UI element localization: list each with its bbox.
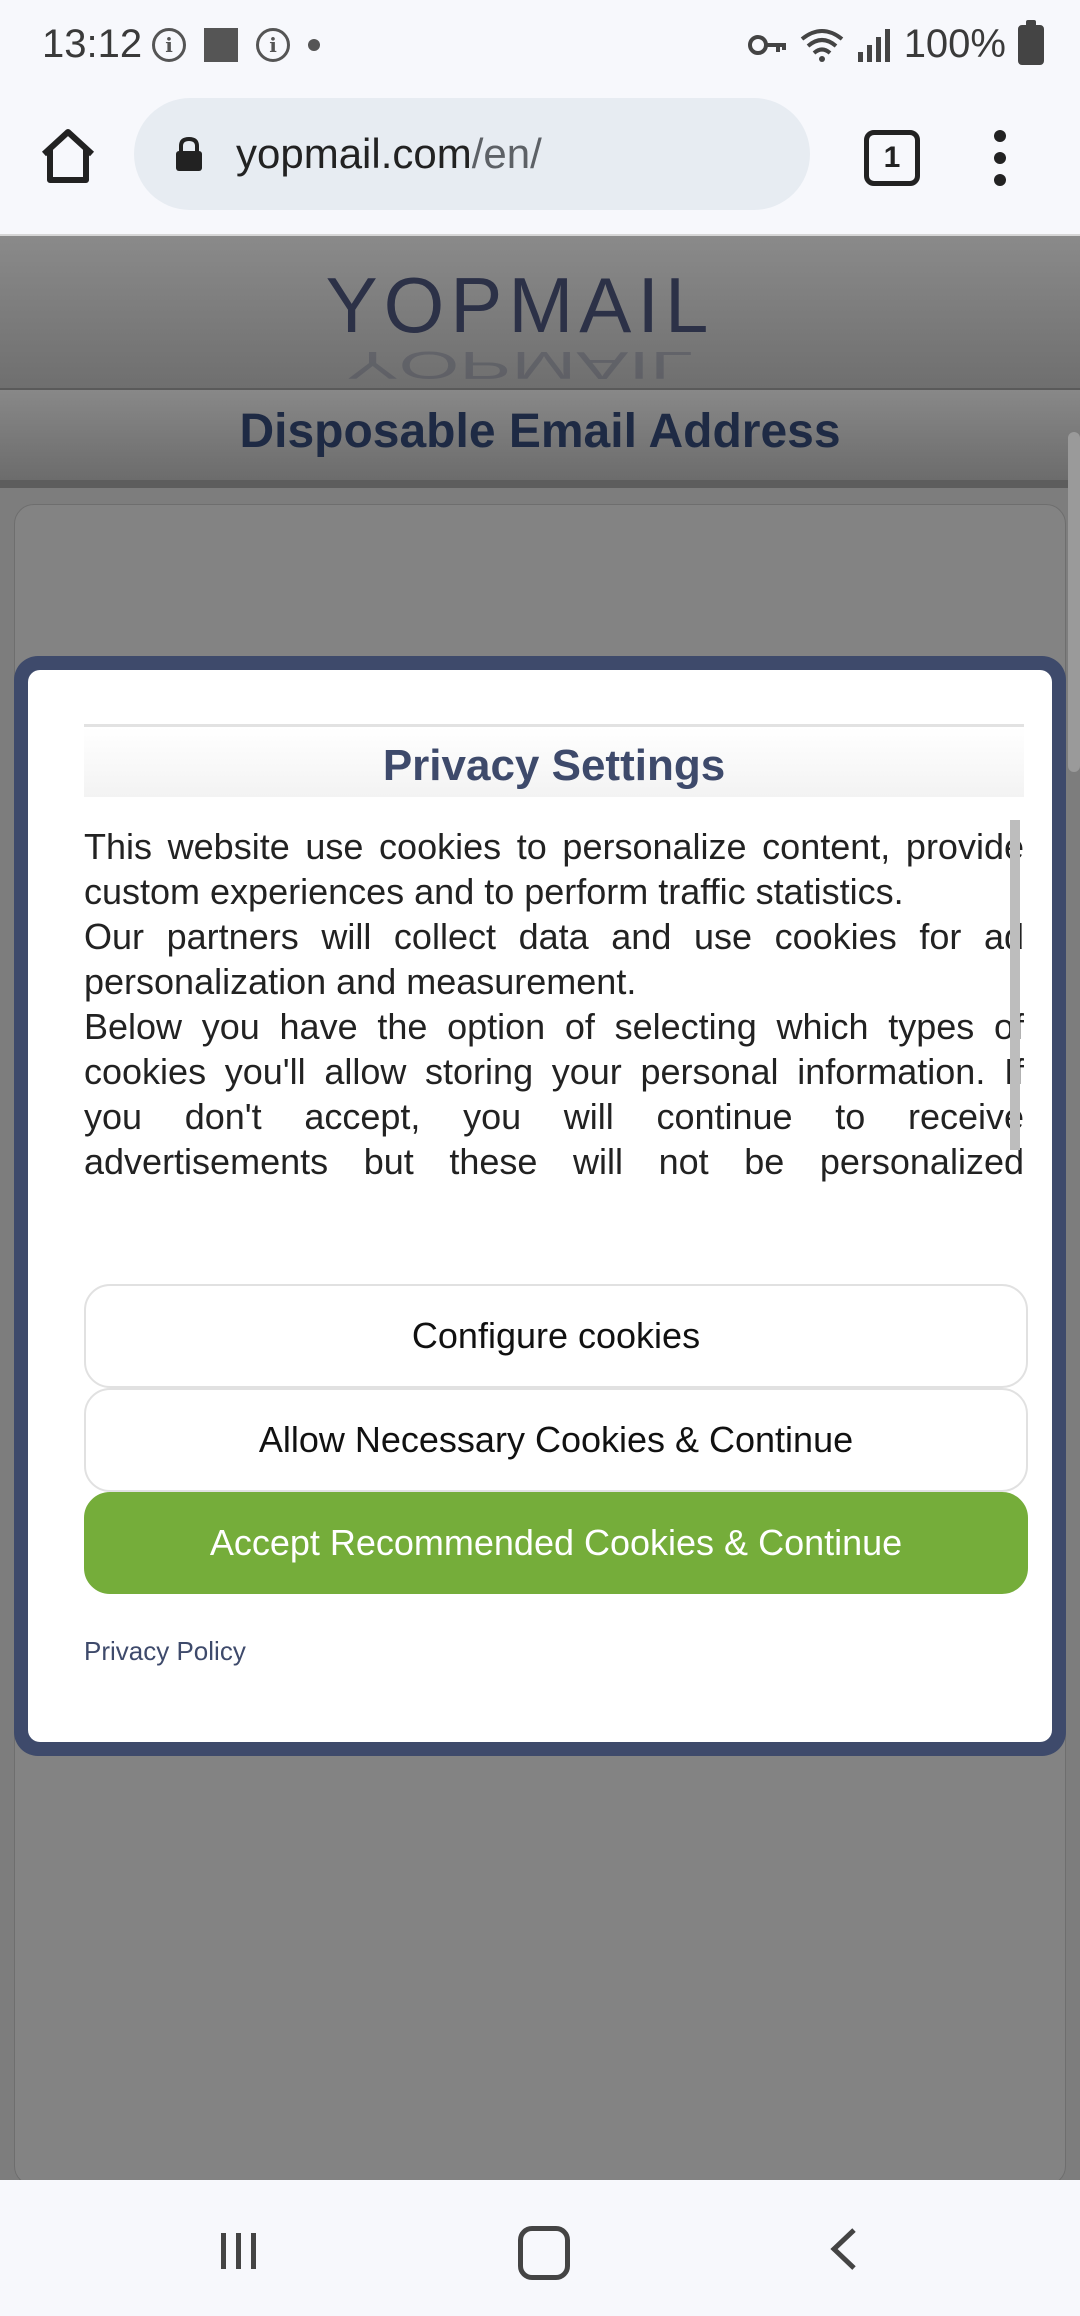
privacy-modal: Privacy Settings This website use cookie… xyxy=(28,670,1052,1742)
accept-recommended-cookies-button[interactable]: Accept Recommended Cookies & Continue xyxy=(84,1492,1028,1594)
subtitle-bar: Disposable Email Address xyxy=(0,390,1080,488)
privacy-modal-frame: Privacy Settings This website use cookie… xyxy=(14,656,1066,1756)
configure-cookies-button[interactable]: Configure cookies xyxy=(84,1284,1028,1388)
battery-percent: 100% xyxy=(903,22,1006,66)
modal-title: Privacy Settings xyxy=(382,741,726,790)
app-square-icon xyxy=(204,28,238,62)
signal-icon xyxy=(857,28,890,62)
description-paragraph: Our partners will collect data and use c… xyxy=(84,916,1024,1002)
notification-icons: i i xyxy=(152,28,320,62)
vpn-key-icon xyxy=(747,34,786,55)
wifi-icon xyxy=(800,28,843,62)
page-scrollbar[interactable] xyxy=(1068,432,1080,772)
back-icon[interactable] xyxy=(828,2226,858,2272)
info-icon: i xyxy=(256,28,290,62)
url-path: /en/ xyxy=(471,130,542,177)
battery-charging-icon xyxy=(1018,19,1044,65)
tab-switcher-button[interactable]: 1 xyxy=(864,130,920,186)
svg-text:YOPMAIL: YOPMAIL xyxy=(326,261,715,349)
clock: 13:12 xyxy=(42,22,143,66)
privacy-policy-link[interactable]: Privacy Policy xyxy=(84,1636,246,1667)
modal-description[interactable]: This website use cookies to personalize … xyxy=(84,824,1024,1182)
browser-toolbar: yopmail.com/en/ 1 xyxy=(0,92,1080,236)
system-nav-bar xyxy=(0,2180,1080,2316)
lock-icon xyxy=(176,136,202,171)
page-header: YOPMAIL YOPMAIL xyxy=(0,236,1080,390)
status-bar: 13:12 i i 100% xyxy=(0,0,1080,92)
page-subtitle: Disposable Email Address xyxy=(239,405,841,458)
more-options-icon[interactable] xyxy=(990,130,1010,190)
yopmail-logo: YOPMAIL YOPMAIL xyxy=(326,261,715,384)
home-nav-icon[interactable] xyxy=(518,2226,570,2280)
allow-necessary-cookies-button[interactable]: Allow Necessary Cookies & Continue xyxy=(84,1388,1028,1492)
description-scrollbar[interactable] xyxy=(1010,820,1020,1150)
url-text: yopmail.com/en/ xyxy=(236,130,542,178)
url-host: yopmail.com xyxy=(236,130,472,177)
system-icons: 100% xyxy=(747,19,1044,67)
more-notifications-dot-icon xyxy=(308,39,320,51)
modal-header: Privacy Settings xyxy=(84,724,1024,797)
info-icon: i xyxy=(152,28,186,62)
recent-apps-icon[interactable] xyxy=(218,2230,260,2272)
home-icon[interactable] xyxy=(38,126,98,186)
description-paragraph: This website use cookies to personalize … xyxy=(84,826,1024,912)
address-bar[interactable]: yopmail.com/en/ xyxy=(134,98,810,210)
svg-text:YOPMAIL: YOPMAIL xyxy=(347,343,694,384)
description-paragraph: Below you have the option of selecting w… xyxy=(84,1006,1024,1182)
